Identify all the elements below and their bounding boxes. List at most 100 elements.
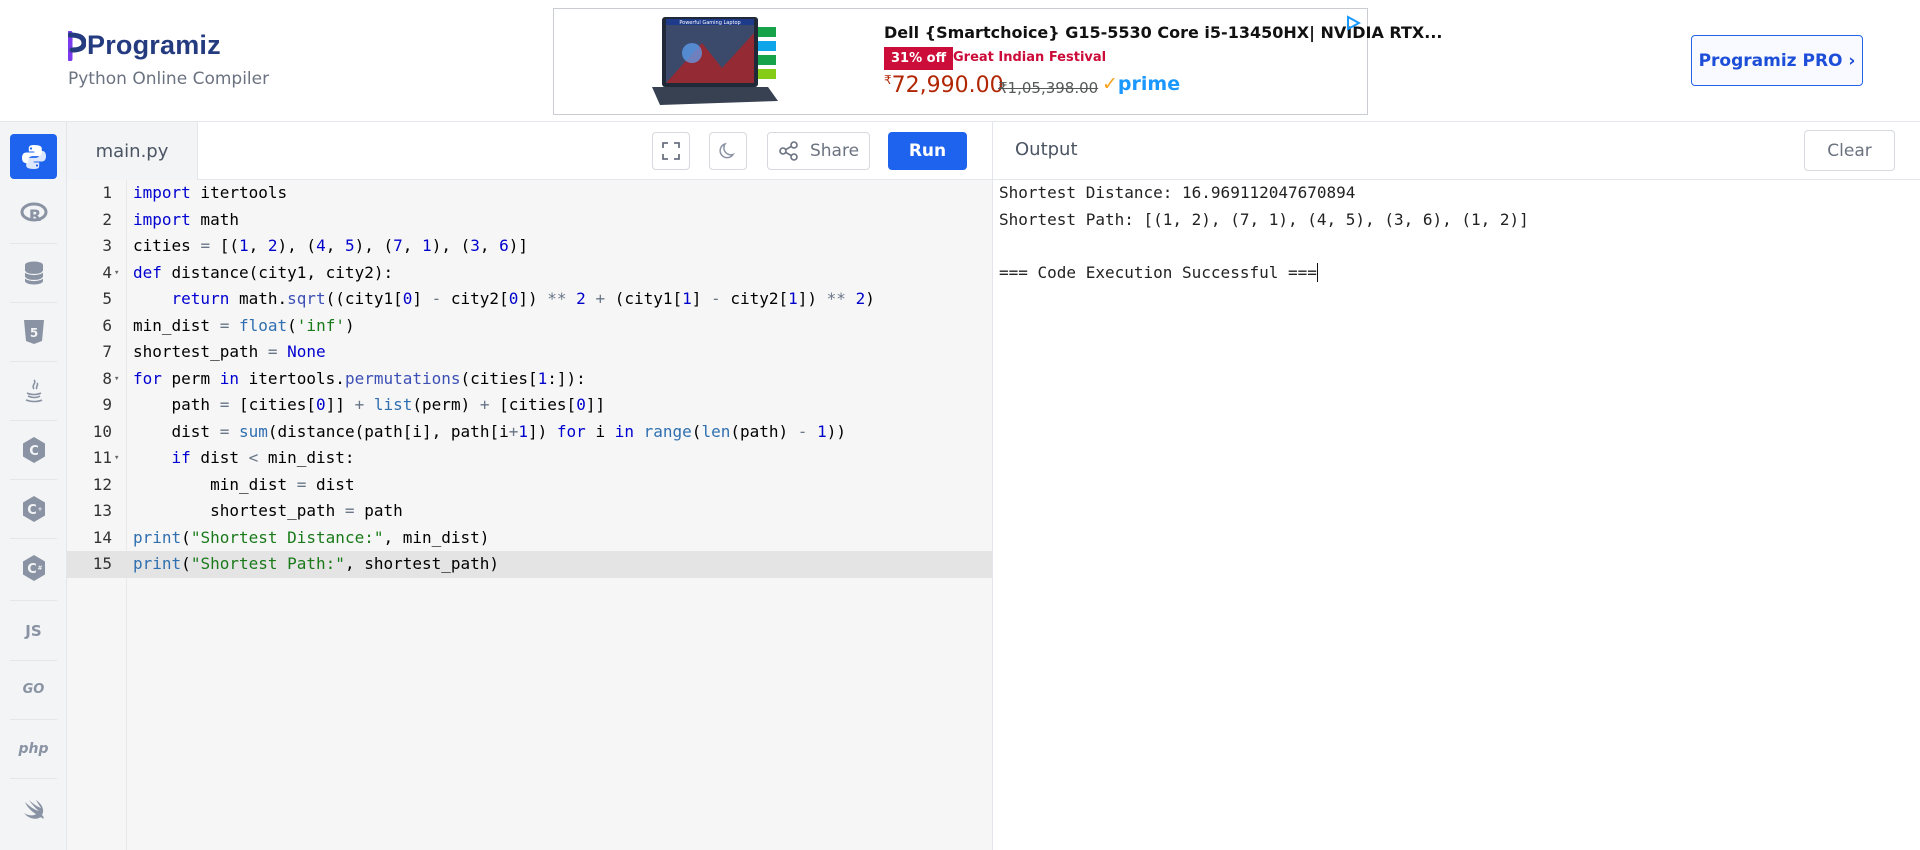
code-line[interactable]: 2 import math (67, 207, 992, 234)
line-number: 14 (92, 527, 112, 547)
language-sidebar: R 5 C C + C # JS GO php (0, 122, 67, 850)
language-javascript[interactable]: JS (10, 608, 57, 653)
sidebar-divider (10, 719, 57, 720)
language-python[interactable] (10, 134, 57, 179)
ad-image-caption: Powerful Gaming Laptop (679, 20, 740, 26)
code-line[interactable]: 13 shortest_path = path (67, 498, 992, 525)
code-text[interactable]: path = [cities[0]] + list(perm) + [citie… (133, 392, 606, 419)
fullscreen-button[interactable] (652, 132, 690, 170)
cpp-icon: C + (22, 495, 45, 522)
language-html[interactable]: 5 (10, 309, 57, 354)
sidebar-divider (10, 420, 57, 421)
brand[interactable]: Programiz Python Online Compiler (68, 30, 269, 89)
line-number: 12 (92, 474, 112, 494)
advertisement-banner[interactable]: Powerful Gaming Laptop Dell {Smartchoice… (553, 8, 1443, 115)
r-icon: R (20, 202, 47, 225)
code-text[interactable]: dist = sum(distance(path[i], path[i+1]) … (133, 419, 846, 446)
sidebar-divider (10, 538, 57, 539)
code-text[interactable]: print("Shortest Path:", shortest_path) (133, 551, 499, 578)
code-line[interactable]: 11 ▾ if dist < min_dist: (67, 445, 992, 472)
sidebar-divider (10, 479, 57, 480)
code-line[interactable]: 6 min_dist = float('inf') (67, 313, 992, 340)
code-line[interactable]: 12 min_dist = dist (67, 472, 992, 499)
code-text[interactable]: min_dist = float('inf') (133, 313, 355, 340)
file-tab-main-py[interactable]: main.py (67, 122, 198, 180)
output-toolbar: Output Clear (992, 122, 1920, 180)
code-text[interactable]: shortest_path = path (133, 498, 403, 525)
execution-status: === Code Execution Successful === (999, 262, 1317, 282)
language-java[interactable] (10, 368, 57, 413)
code-text[interactable]: for perm in itertools.permutations(citie… (133, 366, 586, 393)
line-number: 5 (102, 289, 112, 308)
line-number: 4 (102, 262, 112, 282)
line-number: 1 (102, 183, 112, 202)
code-text[interactable]: if dist < min_dist: (133, 445, 355, 472)
brand-name: Programiz (87, 30, 221, 60)
code-line[interactable]: 3 cities = [(1, 2), (4, 5), (7, 1), (3, 6… (67, 233, 992, 260)
code-editor[interactable]: 1 import itertools 2 import math 3 cities = [… (67, 180, 992, 850)
code-line[interactable]: 14 print("Shortest Distance:", min_dist) (67, 525, 992, 552)
code-line[interactable]: 10 dist = sum(distance(path[i], path[i+1… (67, 419, 992, 446)
code-text[interactable]: return math.sqrt((city1[0] - city2[0]) *… (133, 286, 875, 313)
code-line[interactable]: 7 shortest_path = None (67, 339, 992, 366)
fold-toggle-icon[interactable]: ▾ (114, 445, 119, 472)
original-price: ₹1,05,398.00 (998, 79, 1099, 97)
sidebar-divider (10, 600, 57, 601)
fold-toggle-icon[interactable]: ▾ (114, 260, 119, 287)
sidebar-divider (10, 778, 57, 779)
code-text[interactable]: import itertools (133, 180, 287, 207)
code-line[interactable]: 9 path = [cities[0]] + list(perm) + [cit… (67, 392, 992, 419)
code-line[interactable]: 8 ▾ for perm in itertools.permutations(cit… (67, 366, 992, 393)
laptop-product-image[interactable]: Powerful Gaming Laptop (652, 13, 780, 109)
code-text[interactable]: min_dist = dist (133, 472, 355, 499)
php-icon: php (18, 740, 49, 757)
language-r[interactable]: R (10, 191, 57, 236)
output-title: Output (1015, 139, 1078, 160)
header: Programiz Python Online Compiler Powerfu… (0, 0, 1920, 122)
code-line[interactable]: 4 ▾ def distance(city1, city2): (67, 260, 992, 287)
language-cpp[interactable]: C + (10, 486, 57, 531)
code-text[interactable]: cities = [(1, 2), (4, 5), (7, 1), (3, 6)… (133, 233, 528, 260)
fold-toggle-icon[interactable]: ▾ (114, 366, 119, 393)
programiz-logo[interactable]: Programiz (68, 30, 269, 61)
code-text[interactable]: def distance(city1, city2): (133, 260, 393, 287)
editor-toolbar: main.py Share Run (67, 122, 992, 180)
output-line: Shortest Distance: 16.969112047670894 (999, 183, 1356, 202)
svg-text:5: 5 (29, 326, 37, 340)
sidebar-divider (10, 302, 57, 303)
code-text[interactable]: import math (133, 207, 239, 234)
language-sql[interactable] (10, 250, 57, 295)
run-button[interactable]: Run (888, 132, 967, 170)
language-swift[interactable] (10, 785, 57, 830)
share-label: Share (809, 141, 860, 161)
currency-symbol: ₹ (884, 73, 892, 87)
output-line: Shortest Path: [(1, 2), (7, 1), (4, 5), … (999, 209, 1529, 229)
code-text[interactable]: print("Shortest Distance:", min_dist) (133, 525, 489, 552)
discount-badge: 31% off (884, 47, 954, 70)
code-text[interactable]: shortest_path = None (133, 339, 326, 366)
svg-text:#: # (37, 565, 42, 572)
share-button[interactable]: Share (767, 132, 870, 170)
language-go[interactable]: GO (10, 667, 57, 712)
language-c[interactable]: C (10, 427, 57, 472)
adchoices-icon[interactable] (1345, 15, 1361, 31)
output-console[interactable]: Shortest Distance: 16.969112047670894 Sh… (992, 180, 1920, 850)
sidebar-divider (10, 660, 57, 661)
clear-button[interactable]: Clear (1804, 130, 1895, 171)
svg-text:C: C (27, 562, 37, 577)
line-number: 15 (92, 554, 112, 573)
js-icon: JS (25, 621, 42, 640)
dark-mode-button[interactable] (709, 132, 747, 170)
java-icon (25, 378, 42, 402)
festival-label: Great Indian Festival (953, 50, 1107, 65)
line-number: 6 (102, 315, 112, 335)
language-csharp[interactable]: C # (10, 545, 57, 590)
prime-badge: ✓prime (1102, 73, 1180, 95)
programiz-pro-button[interactable]: Programiz PRO › (1691, 35, 1863, 86)
language-php[interactable]: php (10, 726, 57, 771)
code-line[interactable]: 5 return math.sqrt((city1[0] - city2[0])… (67, 286, 992, 313)
code-line[interactable]: 15 print("Shortest Path:", shortest_path) (67, 551, 992, 578)
c-icon: C (22, 436, 45, 463)
code-line[interactable]: 1 import itertools (67, 180, 992, 207)
line-number: 7 (102, 342, 112, 361)
